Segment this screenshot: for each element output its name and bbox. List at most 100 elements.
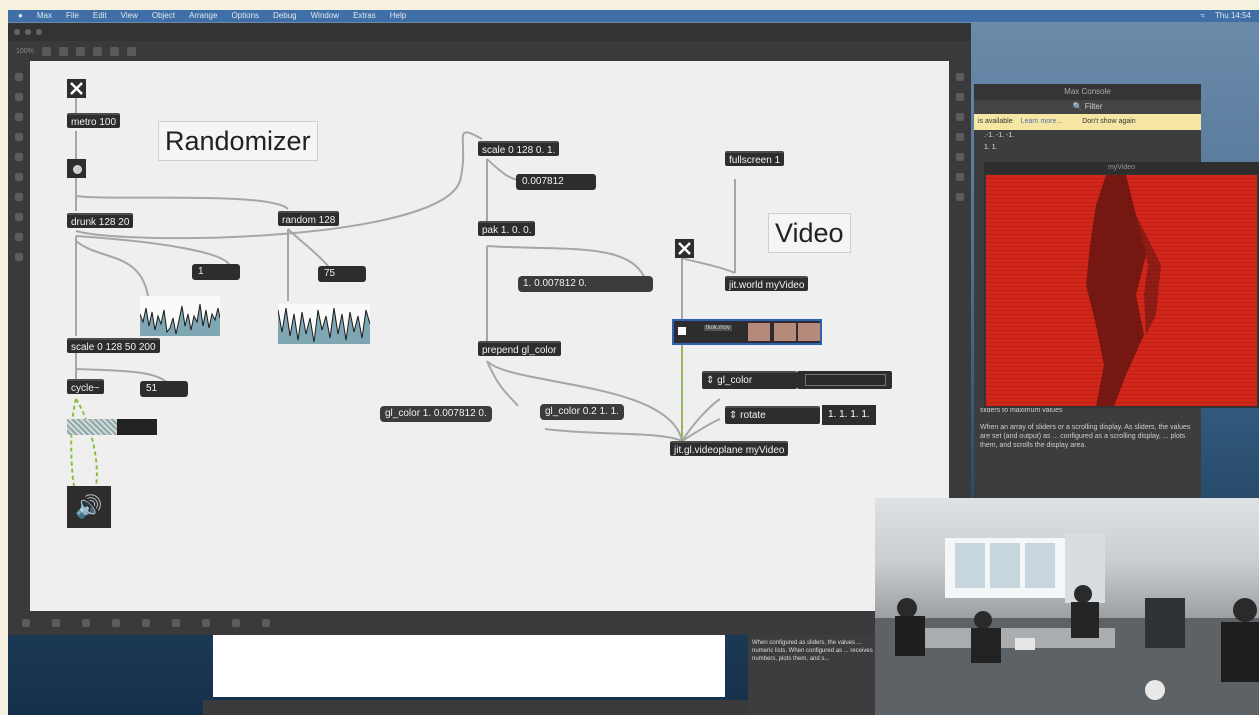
left-sidebar (8, 61, 30, 611)
menu-file[interactable]: File (66, 10, 79, 22)
float-number-box[interactable]: 0.007812 (516, 174, 596, 190)
gl-color-message-2[interactable]: gl_color 0.2 1. 1. (540, 404, 624, 420)
notice-text: is available (978, 118, 1013, 125)
menu-extras[interactable]: Extras (353, 10, 376, 22)
attrui-rotate[interactable]: ⇕ rotate (725, 406, 820, 424)
video-icon[interactable] (15, 153, 23, 161)
music-icon[interactable] (15, 133, 23, 141)
snap-icon[interactable] (142, 619, 150, 627)
close-window-icon[interactable] (14, 29, 20, 35)
toggle-video[interactable] (675, 239, 694, 258)
minimize-window-icon[interactable] (25, 29, 31, 35)
wrench-icon[interactable] (202, 619, 210, 627)
doc-body: When an array of sliders or a scrolling … (980, 424, 1191, 449)
console-filter[interactable]: 🔍 Filter (974, 100, 1201, 114)
menu-object[interactable]: Object (152, 10, 175, 22)
menu-view[interactable]: View (121, 10, 138, 22)
presentation-mode-icon[interactable] (52, 619, 60, 627)
attrui-gl-color-label: gl_color (717, 375, 753, 386)
zoom-window-icon[interactable] (36, 29, 42, 35)
align-icon[interactable] (109, 46, 119, 56)
multislider-display-1[interactable] (140, 296, 220, 336)
zoom-level[interactable]: 100% (16, 48, 34, 55)
menu-arrange[interactable]: Arrange (189, 10, 217, 22)
prepend-object[interactable]: prepend gl_color (478, 341, 561, 356)
scale-object-2[interactable]: scale 0 128 0. 1. (478, 141, 560, 156)
multislider-display-2[interactable] (278, 304, 370, 344)
console-update-notice: is available Learn more... Don't show ag… (974, 114, 1201, 130)
debug-bottom-icon[interactable] (172, 619, 180, 627)
play-icon[interactable] (678, 327, 686, 335)
list-icon[interactable] (262, 619, 270, 627)
media-icon[interactable] (15, 113, 23, 121)
color-swatch[interactable] (797, 371, 892, 389)
message-box[interactable]: 1. 0.007812 0. (518, 276, 653, 292)
jit-gl-videoplane-object[interactable]: jit.gl.videoplane myVideo (670, 441, 789, 456)
reference-text: When configured as sliders, the values .… (752, 640, 873, 662)
video-silhouette (1086, 175, 1161, 406)
layers-icon[interactable] (956, 193, 964, 201)
fullscreen-message[interactable]: fullscreen 1 (725, 151, 785, 166)
debug-icon[interactable] (126, 46, 136, 56)
apple-icon[interactable]: ● (18, 10, 23, 22)
scale-object-1[interactable]: scale 0 128 50 200 (67, 338, 160, 353)
clip-thumbnail (798, 323, 820, 341)
jit-world-object[interactable]: jit.world myVideo (725, 276, 809, 291)
lock-icon[interactable] (41, 46, 51, 56)
presentation-icon[interactable] (58, 46, 68, 56)
menu-bar: ● Max File Edit View Object Arrange Opti… (8, 10, 1259, 22)
inspector-icon[interactable] (956, 73, 964, 81)
image-icon[interactable] (15, 173, 23, 181)
clock[interactable]: Thu 14:54 (1215, 10, 1251, 22)
reference-icon[interactable] (956, 113, 964, 121)
random-object[interactable]: random 128 (278, 211, 340, 226)
number-box[interactable]: 51 (140, 381, 188, 397)
comment-icon[interactable] (82, 619, 90, 627)
jit-playlist[interactable]: tkok.mov (672, 319, 822, 345)
lock-patch-icon[interactable] (22, 619, 30, 627)
browser-icon[interactable] (15, 93, 23, 101)
tools-icon[interactable] (15, 193, 23, 201)
gl-color-message-1[interactable]: gl_color 1. 0.007812 0. (380, 406, 492, 422)
new-object-icon[interactable] (92, 46, 102, 56)
star-icon[interactable] (15, 253, 23, 261)
attrui-gl-color[interactable]: ⇕ gl_color (702, 371, 797, 389)
grid-icon[interactable] (75, 46, 85, 56)
metro-object[interactable]: metro 100 (67, 113, 121, 128)
patcher-canvas[interactable]: metro 100 drunk 128 20 random 128 scale … (30, 61, 949, 611)
search-icon[interactable] (15, 73, 23, 81)
wifi-icon[interactable]: ≈ (1201, 10, 1205, 22)
menu-options[interactable]: Options (231, 10, 259, 22)
menu-edit[interactable]: Edit (93, 10, 107, 22)
video-frame (986, 175, 1257, 406)
grid-bottom-icon[interactable] (232, 619, 240, 627)
menu-max[interactable]: Max (37, 10, 52, 22)
settings-icon[interactable] (15, 233, 23, 241)
pak-object[interactable]: pak 1. 0. 0. (478, 221, 536, 236)
speaker-icon[interactable]: 🔊 (67, 486, 111, 528)
console-icon[interactable] (15, 213, 23, 221)
number-box[interactable]: 1 (192, 264, 240, 280)
learn-more-link[interactable]: Learn more... (1021, 118, 1063, 125)
attrui-rotate-label: rotate (740, 410, 766, 421)
menu-window[interactable]: Window (311, 10, 339, 22)
menu-help[interactable]: Help (390, 10, 406, 22)
number-box[interactable]: 75 (318, 266, 366, 282)
bpatcher-icon[interactable] (956, 173, 964, 181)
clip-thumbnail (774, 323, 796, 341)
toggle[interactable] (67, 79, 86, 98)
bang[interactable] (67, 159, 86, 178)
multi-number-box[interactable]: 1. 1. 1. 1. (822, 405, 876, 425)
help-icon[interactable] (956, 93, 964, 101)
console-doc: sliders to maximum values When an array … (974, 402, 1201, 454)
menu-debug[interactable]: Debug (273, 10, 297, 22)
link-icon[interactable] (112, 619, 120, 627)
console-row: .-1. -1. -1. (984, 132, 1015, 139)
dont-show-again-checkbox[interactable]: Don't show again (1082, 118, 1135, 125)
cycle-object[interactable]: cycle~ (67, 379, 104, 394)
console-filter-label: Filter (1084, 102, 1103, 111)
drunk-object[interactable]: drunk 128 20 (67, 213, 134, 228)
patcher-window: 100% metro 100 drunk 128 20 random 128 s… (8, 23, 971, 635)
clue-icon[interactable] (956, 133, 964, 141)
console-side-icon[interactable] (956, 153, 964, 161)
